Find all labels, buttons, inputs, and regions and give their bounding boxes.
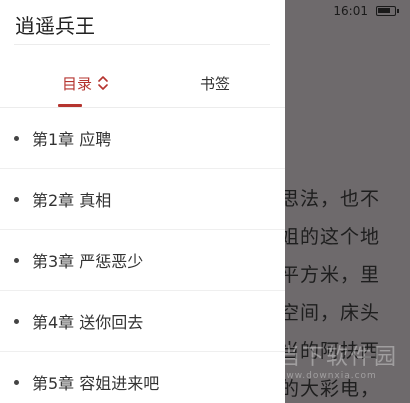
chapter-label: 第3章 严惩恶少 bbox=[32, 252, 144, 271]
status-time: 16:01 bbox=[333, 4, 368, 18]
chapter-item[interactable]: 第4章 送你回去 bbox=[0, 291, 285, 352]
tab-catalog[interactable]: 目录 bbox=[40, 60, 130, 106]
sort-toggle-icon[interactable] bbox=[98, 75, 108, 91]
tab-catalog-label: 目录 bbox=[61, 74, 92, 93]
chapter-label: 第2章 真相 bbox=[32, 191, 112, 210]
battery-icon bbox=[376, 6, 399, 16]
book-title: 逍遥兵王 bbox=[15, 14, 95, 38]
bullet-icon bbox=[14, 196, 19, 202]
chapter-item[interactable]: 第5章 容姐进来吧 bbox=[0, 352, 285, 403]
bullet-icon bbox=[14, 379, 19, 385]
chapter-item[interactable]: 第1章 应聘 bbox=[0, 108, 285, 169]
bullet-icon bbox=[14, 318, 19, 324]
status-bar: 16:01 bbox=[285, 0, 410, 22]
reader-text-line: 平方米，里 bbox=[280, 264, 381, 286]
reader-text-line: 姐的这个地 bbox=[280, 226, 381, 248]
chapter-list: 第1章 应聘 第2章 真相 第3章 严惩恶少 第4章 送你回去 第5章 容姐进来… bbox=[0, 108, 285, 403]
tab-bookmark-label: 书签 bbox=[199, 74, 230, 93]
bullet-icon bbox=[14, 257, 19, 263]
tab-bookmark[interactable]: 书签 bbox=[170, 60, 260, 106]
chapter-label: 第1章 应聘 bbox=[32, 130, 112, 149]
title-divider bbox=[14, 44, 270, 45]
reader-text-line: 空间，床头 bbox=[280, 302, 381, 324]
reader-text-line: 思法，也不 bbox=[280, 188, 381, 210]
drawer-tabs: 目录 书签 bbox=[0, 60, 285, 108]
chapter-label: 第4章 送你回去 bbox=[32, 313, 144, 332]
chapter-label: 第5章 容姐进来吧 bbox=[32, 374, 160, 393]
watermark-url: www.downxia.com bbox=[278, 371, 377, 381]
chapter-item[interactable]: 第2章 真相 bbox=[0, 169, 285, 230]
bullet-icon bbox=[14, 135, 19, 141]
catalog-drawer: 逍遥兵王 目录 书签 第1章 应聘 第2章 真相 第3章 严惩恶少 第4章 送你… bbox=[0, 0, 285, 403]
chapter-item[interactable]: 第3章 严惩恶少 bbox=[0, 230, 285, 291]
watermark-text: 当下软件园 bbox=[278, 345, 399, 370]
